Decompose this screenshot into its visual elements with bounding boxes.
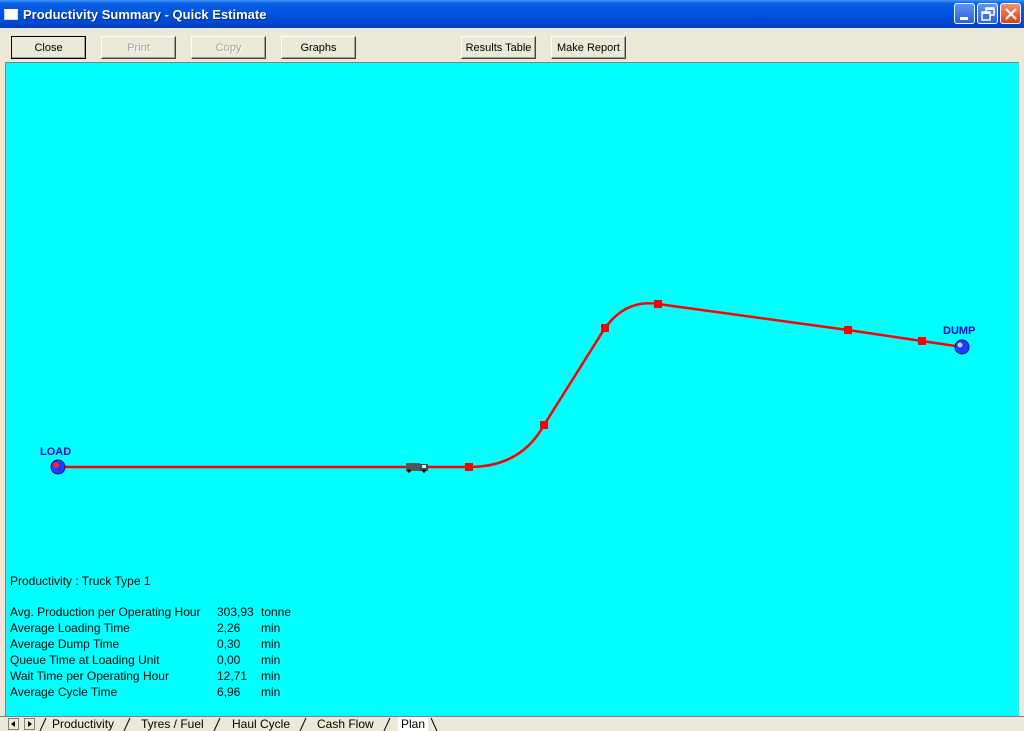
toolbar: Close Print Copy Graphs Results Table Ma… (0, 28, 1024, 62)
tab-tyres-fuel[interactable]: Tyres / Fuel (141, 717, 204, 731)
tab-productivity[interactable]: Productivity (52, 717, 114, 731)
tab-plan[interactable]: Plan (398, 717, 429, 731)
stat-label: Queue Time at Loading Unit (10, 653, 160, 667)
stat-unit: min (261, 637, 281, 651)
stat-value: 0,00 (217, 653, 241, 667)
restore-icon (981, 7, 995, 21)
route-node[interactable] (844, 326, 852, 334)
title-bar: Productivity Summary - Quick Estimate (0, 0, 1024, 28)
load-label: LOAD (40, 446, 72, 458)
stat-unit: min (261, 621, 281, 635)
stat-label: Average Loading Time (10, 621, 130, 635)
stat-value: 2,26 (217, 621, 241, 635)
copy-button[interactable]: Copy (191, 36, 266, 59)
productivity-title: Productivity : Truck Type 1 (10, 574, 151, 588)
dump-label: DUMP (943, 325, 976, 337)
stat-value: 6,96 (217, 685, 241, 699)
haul-route-line (58, 302, 963, 469)
load-site-marker-icon[interactable] (50, 459, 66, 475)
stat-label: Average Dump Time (10, 637, 120, 651)
route-node[interactable] (918, 337, 926, 345)
dump-site-marker-icon[interactable] (954, 339, 970, 355)
stat-label: Avg. Production per Operating Hour (10, 605, 201, 619)
close-window-button[interactable] (1000, 3, 1021, 24)
results-table-button[interactable]: Results Table (461, 36, 536, 59)
stat-value: 12,71 (217, 669, 248, 683)
sheet-tabs: Productivity Tyres / Fuel Haul Cycle Cas… (0, 716, 1024, 731)
close-button[interactable]: Close (11, 36, 86, 59)
truck-icon (406, 463, 428, 473)
stat-label: Wait Time per Operating Hour (10, 669, 169, 683)
stat-unit: tonne (261, 605, 292, 619)
route-node[interactable] (540, 421, 548, 429)
route-node[interactable] (601, 324, 609, 332)
graphs-button[interactable]: Graphs (281, 36, 356, 59)
close-icon (1005, 8, 1017, 20)
stat-unit: min (261, 653, 281, 667)
route-node[interactable] (465, 463, 473, 471)
minimize-button[interactable] (954, 3, 975, 24)
stat-unit: min (261, 685, 281, 699)
minimize-icon (960, 17, 968, 20)
stat-value: 303,93 (217, 605, 254, 619)
tab-haul-cycle[interactable]: Haul Cycle (232, 717, 290, 731)
tab-cash-flow[interactable]: Cash Flow (317, 717, 374, 731)
make-report-button[interactable]: Make Report (551, 36, 626, 59)
restore-button[interactable] (977, 3, 998, 24)
route-node[interactable] (654, 300, 662, 308)
print-button[interactable]: Print (101, 36, 176, 59)
stat-unit: min (261, 669, 281, 683)
stat-value: 0,30 (217, 637, 241, 651)
window-app-icon (4, 8, 18, 20)
stat-label: Average Cycle Time (10, 685, 118, 699)
window-title: Productivity Summary - Quick Estimate (23, 6, 267, 22)
